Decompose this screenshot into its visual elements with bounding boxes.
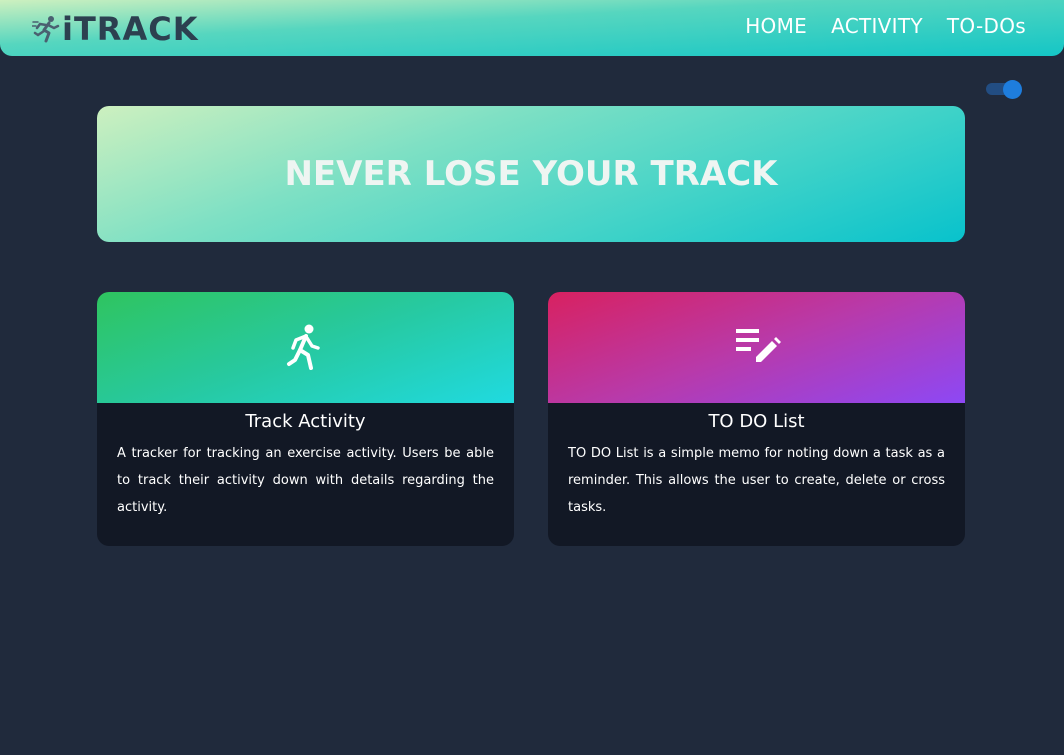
hero-title: NEVER LOSE YOUR TRACK bbox=[284, 154, 778, 194]
navbar: iTRACK HOME ACTIVITY TO-DOs bbox=[0, 0, 1064, 56]
runner-icon bbox=[32, 16, 60, 43]
hero-banner: NEVER LOSE YOUR TRACK bbox=[97, 106, 965, 242]
card-title: Track Activity bbox=[245, 411, 366, 432]
card-title: TO DO List bbox=[708, 411, 805, 432]
brand-name: iTRACK bbox=[62, 10, 199, 48]
card-header bbox=[548, 292, 965, 403]
card-description: TO DO List is a simple memo for noting d… bbox=[568, 446, 945, 515]
nav-menu: HOME ACTIVITY TO-DOs bbox=[745, 14, 1026, 38]
nav-link-activity[interactable]: ACTIVITY bbox=[831, 14, 923, 38]
card-description: A tracker for tracking an exercise activ… bbox=[117, 446, 494, 515]
list-edit-icon bbox=[735, 328, 781, 362]
walking-person-icon bbox=[286, 324, 320, 370]
brand-logo[interactable]: iTRACK bbox=[32, 10, 198, 48]
toggle-knob bbox=[1003, 80, 1022, 99]
todo-list-card[interactable]: TO DO List TO DO List is a simple memo f… bbox=[548, 292, 965, 546]
nav-link-todos[interactable]: TO-DOs bbox=[947, 14, 1026, 38]
theme-toggle[interactable] bbox=[986, 80, 1022, 99]
track-activity-card[interactable]: Track Activity A tracker for tracking an… bbox=[97, 292, 514, 546]
nav-link-home[interactable]: HOME bbox=[745, 14, 807, 38]
card-header bbox=[97, 292, 514, 403]
